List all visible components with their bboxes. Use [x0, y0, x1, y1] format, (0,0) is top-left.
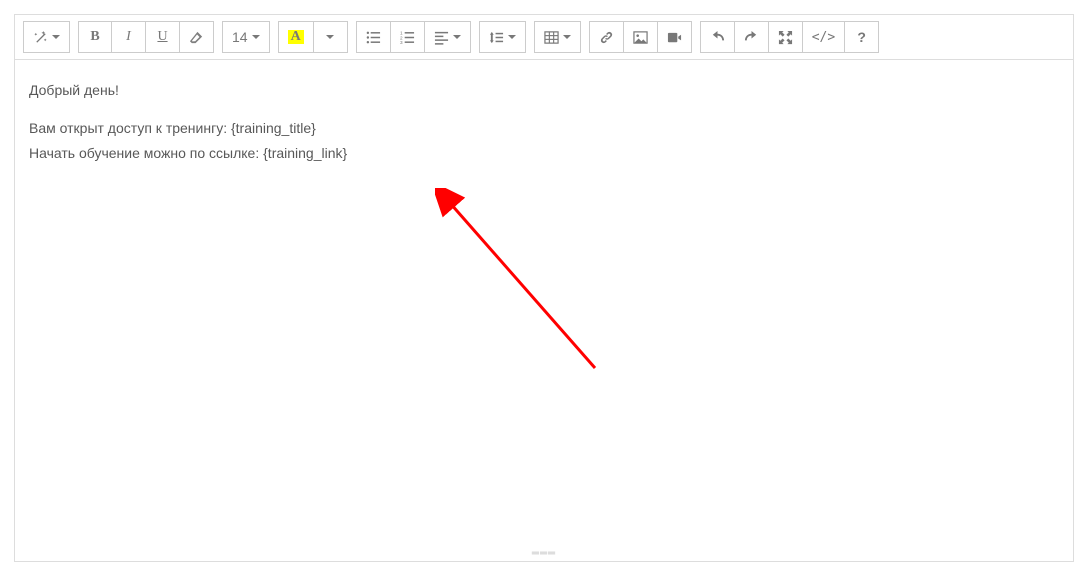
caret-down-icon [252, 35, 260, 39]
help-icon: ? [857, 30, 866, 44]
resize-handle[interactable]: ═══ [532, 548, 556, 559]
font-size-button[interactable]: 14 [222, 21, 270, 53]
font-color-more-button[interactable] [314, 21, 348, 53]
link-icon [599, 30, 614, 45]
content-line: Добрый день! [29, 80, 1059, 100]
style-button[interactable] [23, 21, 70, 53]
ordered-list-button[interactable]: 123 [391, 21, 425, 53]
bold-icon: B [90, 30, 99, 44]
table-icon [544, 30, 559, 45]
arrows-alt-icon [778, 30, 793, 45]
caret-down-icon [52, 35, 60, 39]
annotation-arrow-icon [435, 188, 615, 378]
caret-down-icon [326, 35, 334, 39]
font-color-icon: A [288, 30, 304, 44]
line-height-icon [489, 30, 504, 45]
clear-format-button[interactable] [180, 21, 214, 53]
caret-down-icon [453, 35, 461, 39]
underline-icon: U [157, 30, 167, 44]
unordered-list-button[interactable] [356, 21, 391, 53]
paragraph-button[interactable] [425, 21, 471, 53]
content-line: Начать обучение можно по ссылке: {traini… [29, 143, 1059, 163]
caret-down-icon [563, 35, 571, 39]
content-line: Вам открыт доступ к тренингу: {training_… [29, 118, 1059, 138]
undo-icon [710, 30, 725, 45]
link-button[interactable] [589, 21, 624, 53]
caret-down-icon [508, 35, 516, 39]
eraser-icon [189, 30, 204, 45]
fullscreen-button[interactable] [769, 21, 803, 53]
line-height-button[interactable] [479, 21, 526, 53]
font-size-value: 14 [232, 30, 248, 44]
bold-button[interactable]: B [78, 21, 112, 53]
redo-icon [744, 30, 759, 45]
underline-button[interactable]: U [146, 21, 180, 53]
help-button[interactable]: ? [845, 21, 879, 53]
rich-text-editor: B I U 14 A [14, 14, 1074, 562]
italic-button[interactable]: I [112, 21, 146, 53]
editor-content[interactable]: Добрый день! Вам открыт доступ к тренинг… [15, 60, 1073, 550]
list-ul-icon [366, 30, 381, 45]
list-ol-icon: 123 [400, 30, 415, 45]
picture-icon [633, 30, 648, 45]
italic-icon: I [126, 30, 131, 44]
table-button[interactable] [534, 21, 581, 53]
code-view-button[interactable]: </> [803, 21, 845, 53]
svg-text:3: 3 [400, 40, 403, 45]
video-button[interactable] [658, 21, 692, 53]
font-color-button[interactable]: A [278, 21, 314, 53]
magic-wand-icon [33, 30, 48, 45]
align-icon [434, 30, 449, 45]
undo-button[interactable] [700, 21, 735, 53]
code-icon: </> [812, 31, 835, 44]
editor-toolbar: B I U 14 A [15, 15, 1073, 60]
picture-button[interactable] [624, 21, 658, 53]
redo-button[interactable] [735, 21, 769, 53]
video-icon [667, 30, 682, 45]
